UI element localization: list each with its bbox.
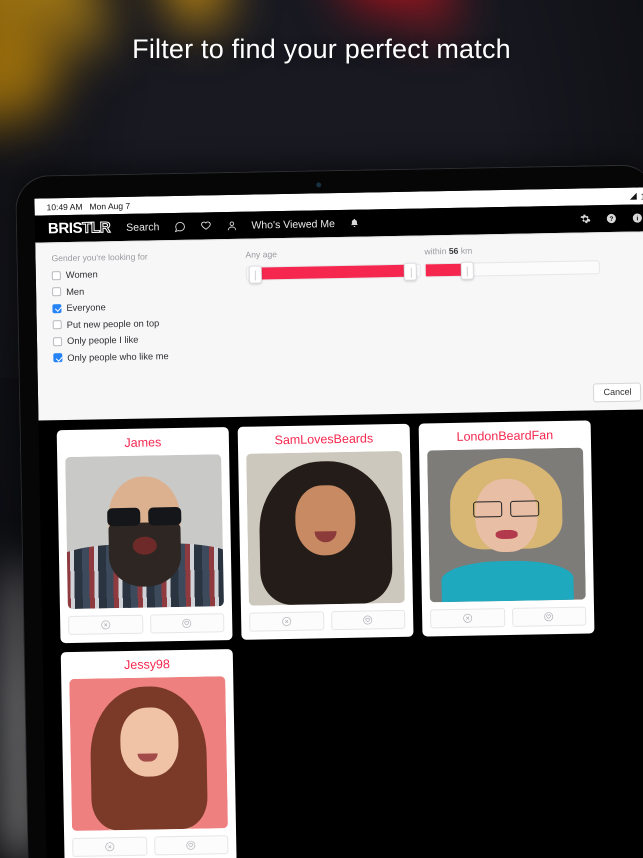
screenshot-stage: Filter to find your perfect match 10:49 … [0, 0, 643, 858]
filter-actions: Cancel Go! [593, 382, 643, 403]
distance-filter-label: within 56 km [424, 243, 599, 257]
profile-name: James [124, 435, 162, 450]
circle-x-icon[interactable] [72, 836, 147, 857]
logo-text-hollow: TLR [82, 219, 111, 238]
profile-results-grid: James SamLovesBeards LondonBeardFan Jessy98 [38, 408, 643, 858]
front-camera [316, 182, 322, 188]
info-circle-icon[interactable]: i [632, 212, 643, 223]
profile-card-actions [72, 835, 229, 857]
age-range-slider[interactable] [245, 262, 421, 284]
logo-text-solid: BRIS [47, 219, 83, 238]
gender-filter-group: Gender you're looking for Women Men Everyo… [51, 250, 243, 369]
distance-suffix: km [460, 245, 473, 256]
profile-card[interactable]: James [56, 427, 233, 644]
profile-card-actions [430, 606, 587, 629]
filter-checkbox-row[interactable]: Everyone [52, 300, 242, 313]
checkbox-label: Put new people on top [66, 317, 160, 330]
tablet-screen: 10:49 AM Mon Aug 7 ◢ 100% BRIS TLR Search [34, 186, 643, 858]
profile-card[interactable]: Jessy98 [60, 649, 237, 858]
checkbox-only-people-i-like[interactable] [52, 336, 63, 346]
distance-slider-fill [425, 263, 464, 277]
heart-icon[interactable] [199, 220, 211, 232]
circle-x-icon[interactable] [249, 611, 324, 632]
circle-heart-icon[interactable] [149, 613, 225, 634]
svg-text:?: ? [609, 216, 613, 223]
filter-checkbox-row[interactable]: Put new people on top [52, 316, 243, 330]
profile-name: Jessy98 [123, 657, 171, 673]
profile-name: SamLovesBeards [274, 431, 374, 448]
age-slider-knob-low[interactable] [248, 265, 262, 284]
age-slider-knob-high[interactable] [404, 262, 418, 281]
filter-checkbox-row[interactable]: Men [52, 283, 242, 297]
circle-x-icon[interactable] [430, 608, 505, 629]
distance-slider[interactable] [424, 260, 600, 280]
question-circle-icon[interactable]: ? [606, 213, 617, 224]
circle-heart-icon[interactable] [511, 606, 587, 627]
profile-photo[interactable] [427, 447, 586, 603]
checkbox-everyone[interactable] [52, 303, 62, 313]
age-filter-label: Any age [245, 249, 278, 260]
checkbox-women[interactable] [51, 270, 61, 280]
checkbox-men[interactable] [52, 287, 62, 297]
profile-name: LondonBeardFan [456, 428, 554, 444]
filter-checkbox-row[interactable]: Only people who like me [53, 349, 243, 362]
page-title: Filter to find your perfect match [132, 34, 511, 64]
filter-checkbox-list: Women Men Everyone Put new people on top Onl… [51, 267, 244, 363]
nav-search[interactable]: Search [126, 221, 159, 234]
checkbox-label: Only people who like me [67, 350, 169, 363]
chat-bubble-icon[interactable] [173, 220, 185, 232]
filter-checkbox-row[interactable]: Women [51, 267, 242, 281]
nav-whos-viewed-me[interactable]: Who's Viewed Me [251, 218, 335, 232]
age-filter-group: Any age [245, 247, 422, 366]
distance-value: 56 [448, 245, 459, 256]
distance-prefix: within [424, 246, 447, 257]
person-icon[interactable] [225, 219, 237, 231]
profile-photo[interactable] [246, 450, 405, 606]
cancel-button[interactable]: Cancel [593, 382, 642, 403]
distance-slider-knob[interactable] [460, 261, 474, 280]
profile-photo[interactable] [65, 454, 224, 610]
circle-heart-icon[interactable] [330, 609, 406, 631]
status-date: Mon Aug 7 [89, 200, 131, 212]
gender-filter-label: Gender you're looking for [51, 251, 148, 264]
profile-photo[interactable] [69, 676, 228, 831]
checkbox-put-new-people-on-top[interactable] [52, 320, 62, 330]
profile-card-actions [249, 609, 406, 632]
checkbox-label: Women [65, 269, 98, 281]
profile-card[interactable]: SamLovesBeards [237, 423, 414, 640]
wifi-icon: ◢ [629, 190, 637, 201]
profile-card-actions [68, 613, 225, 636]
gear-icon[interactable] [580, 213, 591, 224]
circle-x-icon[interactable] [68, 614, 143, 636]
checkbox-only-people-who-like-me[interactable] [53, 353, 63, 363]
profile-card[interactable]: LondonBeardFan [418, 420, 595, 637]
bell-icon[interactable] [349, 218, 360, 229]
checkbox-label: Only people I like [66, 334, 139, 347]
tablet-device: 10:49 AM Mon Aug 7 ◢ 100% BRIS TLR Search [14, 164, 643, 858]
app-logo[interactable]: BRIS TLR [47, 219, 111, 238]
checkbox-label: Men [66, 286, 85, 297]
circle-heart-icon[interactable] [153, 835, 229, 856]
distance-filter-group: within 56 km [424, 243, 601, 362]
filter-checkbox-row[interactable]: Only people I like [52, 333, 243, 347]
status-time: 10:49 AM [46, 201, 83, 212]
filter-panel: Gender you're looking for Women Men Everyo… [35, 230, 643, 421]
age-slider-fill [260, 264, 407, 280]
checkbox-label: Everyone [66, 302, 106, 314]
